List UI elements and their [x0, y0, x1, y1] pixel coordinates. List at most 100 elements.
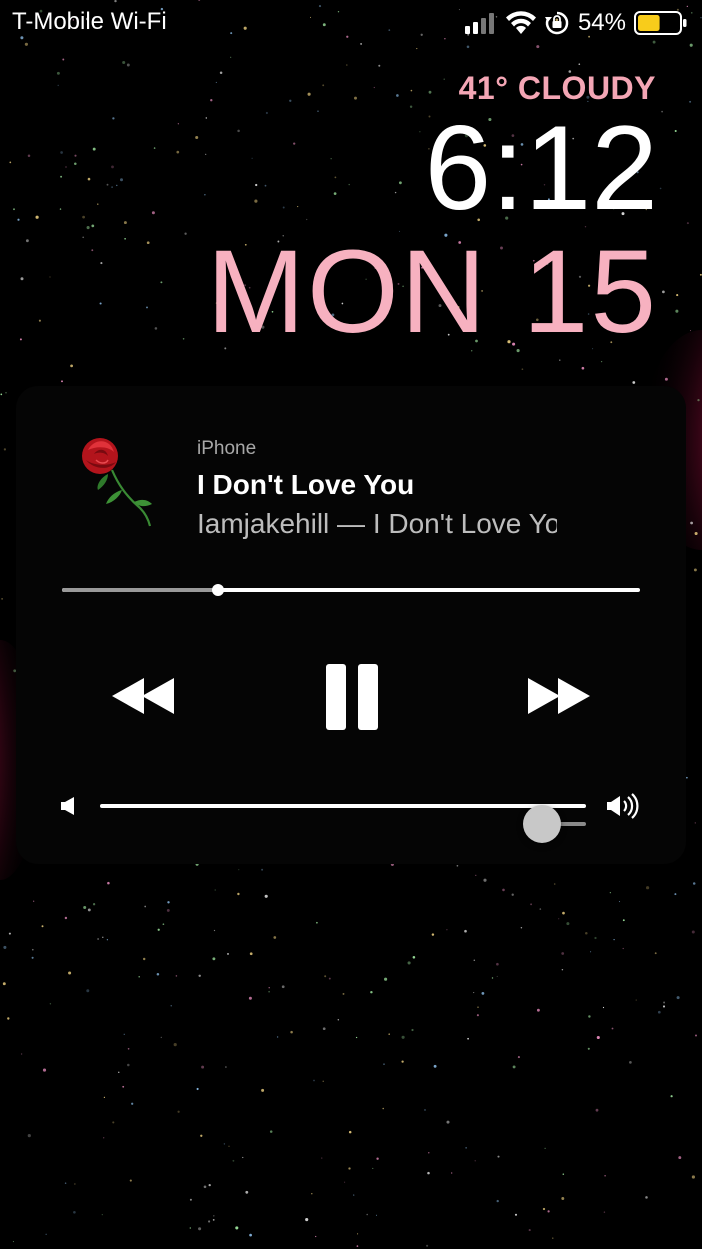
rotation-lock-icon: [544, 11, 569, 35]
star: [602, 1006, 605, 1009]
star: [419, 131, 421, 133]
star: [293, 142, 296, 145]
star: [409, 105, 413, 109]
star: [544, 1147, 546, 1149]
star: [474, 1160, 476, 1162]
star: [5, 392, 7, 394]
star: [116, 184, 118, 187]
star: [123, 221, 127, 225]
star: [235, 1226, 239, 1230]
volume-slider[interactable]: [56, 786, 646, 843]
pause-icon[interactable]: [324, 662, 380, 732]
star: [42, 1068, 47, 1072]
star: [138, 976, 140, 978]
star: [177, 1110, 180, 1113]
star: [200, 1134, 203, 1137]
star: [676, 996, 680, 1000]
star: [106, 939, 109, 941]
star: [372, 1167, 374, 1169]
volume-thumb[interactable]: [523, 805, 562, 843]
star: [264, 894, 268, 898]
star: [255, 183, 258, 187]
star: [249, 1233, 252, 1237]
star: [587, 1047, 590, 1050]
star: [663, 1001, 666, 1004]
star: [496, 975, 498, 977]
star: [254, 199, 258, 203]
star: [27, 1134, 31, 1138]
star: [49, 1003, 52, 1005]
star: [213, 929, 216, 932]
star: [375, 1214, 378, 1216]
star: [562, 911, 565, 915]
star: [86, 226, 90, 230]
star: [131, 1102, 134, 1105]
star: [61, 380, 63, 383]
star: [661, 110, 663, 113]
star: [528, 1229, 531, 1232]
rose-artwork[interactable]: [78, 434, 158, 534]
star: [160, 1036, 162, 1039]
star: [676, 294, 679, 297]
star: [536, 1008, 540, 1012]
star: [378, 64, 381, 67]
star: [189, 1227, 191, 1229]
star: [410, 89, 413, 92]
star: [65, 166, 67, 168]
star: [184, 232, 187, 235]
star: [632, 381, 636, 384]
scrubber-thumb[interactable]: [212, 584, 225, 596]
star: [348, 183, 350, 186]
star: [238, 869, 240, 871]
star: [251, 157, 253, 159]
battery-percent: 54%: [577, 9, 626, 36]
star: [103, 1096, 106, 1099]
star: [521, 368, 524, 371]
star: [428, 1152, 430, 1154]
star: [373, 86, 375, 89]
star: [227, 952, 229, 955]
star: [497, 1155, 500, 1158]
star: [204, 194, 206, 196]
star: [622, 919, 625, 922]
star: [411, 1028, 414, 1032]
star: [111, 165, 114, 169]
star: [401, 1035, 405, 1039]
star: [49, 276, 51, 278]
star: [290, 1030, 293, 1034]
fast-forward-icon[interactable]: [526, 674, 590, 718]
star: [210, 99, 213, 102]
star: [396, 94, 399, 97]
star: [223, 1143, 226, 1145]
star: [433, 1064, 437, 1068]
star: [261, 868, 264, 871]
star: [242, 1156, 244, 1159]
star: [306, 218, 308, 221]
star: [670, 1095, 673, 1098]
star: [74, 154, 77, 157]
volume-track: [100, 804, 586, 843]
star: [92, 147, 96, 151]
rewind-icon[interactable]: [112, 674, 176, 718]
star: [56, 71, 60, 75]
star: [512, 1065, 516, 1069]
star: [60, 175, 63, 178]
star: [344, 1181, 346, 1183]
star: [431, 933, 435, 936]
star: [467, 1037, 469, 1040]
playback-scrubber[interactable]: [62, 581, 640, 599]
star: [562, 1173, 565, 1175]
star: [646, 886, 650, 890]
star: [153, 147, 156, 149]
star: [97, 203, 99, 205]
star: [678, 1156, 682, 1160]
star: [182, 338, 185, 340]
star: [662, 290, 665, 294]
star: [689, 330, 692, 332]
star: [215, 81, 217, 83]
star: [464, 929, 467, 933]
star: [62, 58, 65, 61]
star: [196, 1087, 199, 1091]
star: [3, 448, 7, 451]
playback-source[interactable]: iPhone: [197, 438, 256, 460]
